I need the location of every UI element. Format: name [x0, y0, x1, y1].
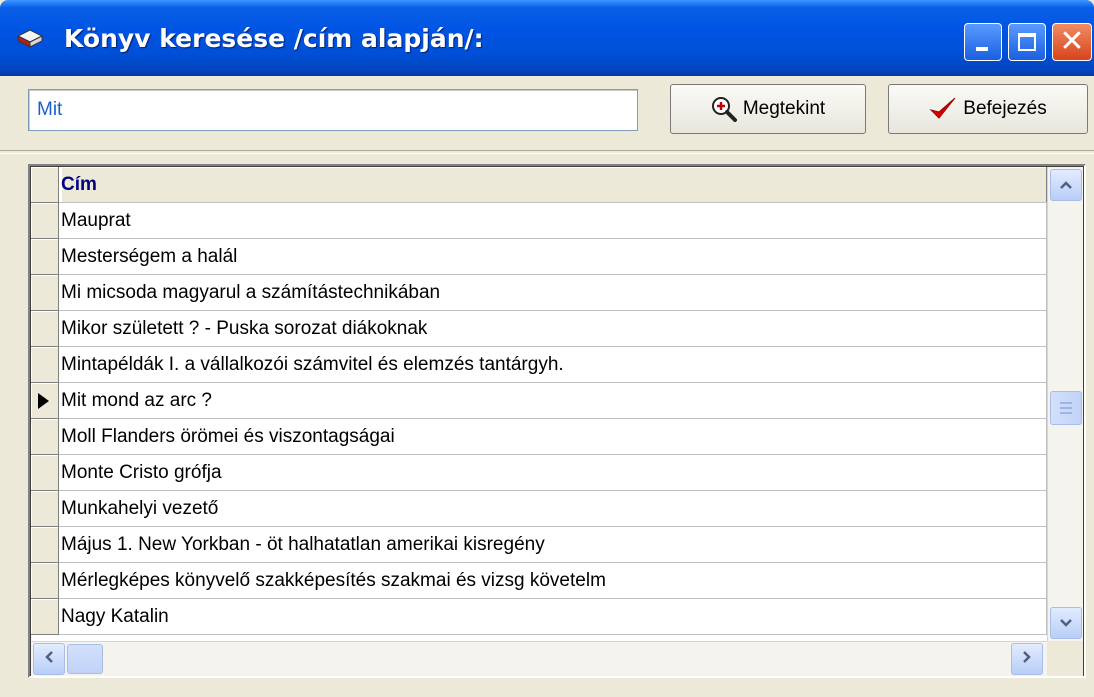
row-indicator[interactable] — [31, 491, 59, 527]
results-table: Cím Mauprat Mesterségem a halál Mi micsoda… — [31, 167, 1047, 635]
title-bar[interactable]: Könyv keresése /cím alapján/: ✕ — [0, 0, 1094, 76]
row-indicator[interactable] — [31, 347, 59, 383]
title-cell[interactable]: Mikor született ? - Puska sorozat diákok… — [61, 311, 1047, 346]
table-row[interactable]: Mauprat — [31, 203, 1047, 239]
chevron-up-icon — [1060, 181, 1072, 189]
table-row[interactable]: Mintapéldák I. a vállalkozói számvitel é… — [31, 347, 1047, 383]
title-cell[interactable]: Mesterségem a halál — [61, 239, 1047, 274]
separator — [0, 150, 1094, 154]
magnifier-icon — [711, 96, 737, 122]
title-cell[interactable]: Május 1. New Yorkban - öt halhatatlan am… — [61, 527, 1047, 562]
search-input[interactable] — [29, 90, 637, 130]
window-title: Könyv keresése /cím alapján/: — [64, 24, 484, 53]
scroll-down-button[interactable] — [1050, 607, 1082, 639]
table-row[interactable]: Mi micsoda magyarul a számítástechnikába… — [31, 275, 1047, 311]
title-cell[interactable]: Mi micsoda magyarul a számítástechnikába… — [61, 275, 1047, 310]
book-icon — [16, 28, 44, 50]
title-cell[interactable]: Mit mond az arc ? — [61, 383, 1047, 418]
grip-line — [1060, 407, 1072, 409]
title-cell[interactable]: Nagy Katalin — [61, 599, 1047, 634]
grid-frame: Cím Mauprat Mesterségem a halál Mi micsoda… — [30, 166, 1084, 676]
vertical-scrollbar[interactable] — [1047, 167, 1083, 641]
row-indicator[interactable] — [31, 563, 59, 599]
maximize-button[interactable] — [1008, 23, 1046, 61]
finish-button-label: Befejezés — [963, 98, 1047, 119]
table-row[interactable]: Monte Cristo grófja — [31, 455, 1047, 491]
horizontal-scroll-thumb[interactable] — [67, 644, 103, 674]
title-cell[interactable]: Moll Flanders örömei és viszontagságai — [61, 419, 1047, 454]
row-indicator[interactable] — [31, 455, 59, 491]
scroll-right-button[interactable] — [1011, 643, 1043, 675]
checkmark-icon — [929, 96, 957, 122]
row-indicator[interactable] — [31, 383, 59, 419]
table-row[interactable]: Mérlegképes könyvelő szakképesítés szakm… — [31, 563, 1047, 599]
view-button[interactable]: Megtekint — [670, 84, 866, 134]
row-indicator[interactable] — [31, 599, 59, 635]
title-cell[interactable]: Mérlegképes könyvelő szakképesítés szakm… — [61, 563, 1047, 598]
search-field[interactable] — [28, 89, 638, 131]
title-cell[interactable]: Mauprat — [61, 203, 1047, 238]
table-row[interactable]: Moll Flanders örömei és viszontagságai — [31, 419, 1047, 455]
row-indicator[interactable] — [31, 239, 59, 275]
table-row[interactable]: Mesterségem a halál — [31, 239, 1047, 275]
table-row[interactable]: Munkahelyi vezető — [31, 491, 1047, 527]
horizontal-scrollbar[interactable] — [31, 641, 1047, 676]
row-indicator[interactable] — [31, 527, 59, 563]
table-row[interactable]: Május 1. New Yorkban - öt halhatatlan am… — [31, 527, 1047, 563]
finish-button[interactable]: Befejezés — [888, 84, 1088, 134]
scroll-up-button[interactable] — [1050, 169, 1082, 201]
grip-line — [1060, 402, 1072, 404]
minimize-button[interactable] — [964, 23, 1002, 61]
minimize-icon — [976, 47, 988, 51]
title-cell[interactable]: Mintapéldák I. a vállalkozói számvitel é… — [61, 347, 1047, 382]
row-indicator[interactable] — [31, 275, 59, 311]
row-indicator[interactable] — [31, 419, 59, 455]
maximize-icon — [1018, 33, 1036, 51]
close-button[interactable]: ✕ — [1052, 23, 1092, 61]
table-row[interactable]: Mit mond az arc ? — [31, 383, 1047, 419]
view-button-label: Megtekint — [742, 98, 826, 119]
row-indicator[interactable] — [31, 203, 59, 239]
grip-line — [1060, 412, 1072, 414]
title-cell[interactable]: Munkahelyi vezető — [61, 491, 1047, 526]
title-cell[interactable]: Monte Cristo grófja — [61, 455, 1047, 490]
chevron-down-icon — [1060, 619, 1072, 627]
results-grid[interactable]: Cím Mauprat Mesterségem a halál Mi micsoda… — [28, 164, 1086, 678]
chevron-left-icon — [45, 651, 53, 663]
table-row[interactable]: Nagy Katalin — [31, 599, 1047, 635]
table-row[interactable]: Mikor született ? - Puska sorozat diákok… — [31, 311, 1047, 347]
column-header-title[interactable]: Cím — [61, 167, 1047, 202]
header-row: Cím — [31, 167, 1047, 203]
row-indicator[interactable] — [31, 311, 59, 347]
chevron-right-icon — [1023, 651, 1031, 663]
vertical-scroll-thumb[interactable] — [1050, 391, 1082, 425]
scroll-left-button[interactable] — [33, 643, 65, 675]
close-icon: ✕ — [1059, 24, 1085, 59]
current-row-arrow-icon — [38, 393, 49, 409]
scrollbar-corner — [1047, 641, 1083, 676]
book-search-window: Könyv keresése /cím alapján/: ✕ Megtekin… — [0, 0, 1094, 697]
header-indicator-cell — [31, 167, 59, 203]
